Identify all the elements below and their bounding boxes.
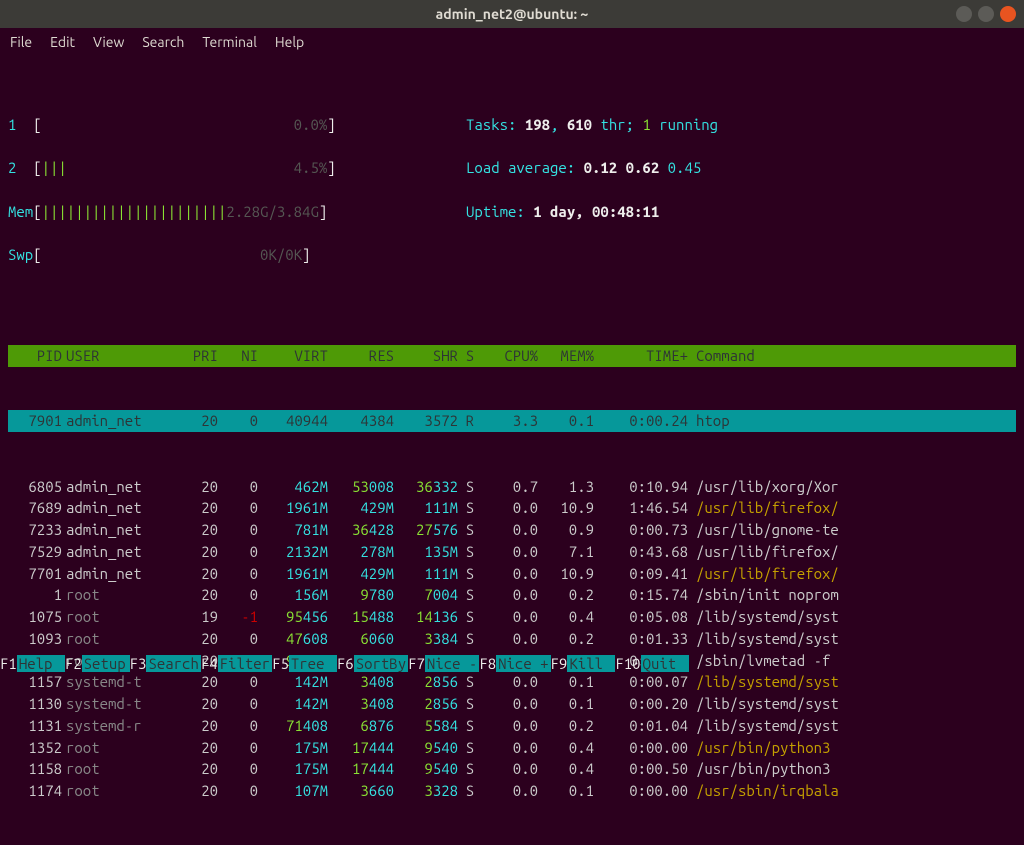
process-row[interactable]: 1root200156M97807004S0.00.20:15.74/sbin/… bbox=[8, 584, 1016, 606]
process-row[interactable]: 1130systemd-t200142M34082856S0.00.10:00.… bbox=[8, 693, 1016, 715]
col-time[interactable]: TIME+ bbox=[594, 345, 688, 367]
process-row[interactable]: 7701admin_net2001961M429M111MS0.010.90:0… bbox=[8, 563, 1016, 585]
mem-used: 2.28G bbox=[226, 203, 268, 220]
selected-process-row[interactable]: 7901 admin_net 20 0 40944 4384 3572 R 3.… bbox=[8, 410, 1016, 432]
cpu1-pct: 0.0% bbox=[294, 116, 328, 133]
process-row[interactable]: 7689admin_net2001961M429M111MS0.010.91:4… bbox=[8, 497, 1016, 519]
swp-text: 0K/0K bbox=[260, 246, 302, 263]
cpu1-label: 1 bbox=[8, 116, 16, 133]
mem-label: Mem bbox=[8, 203, 33, 220]
col-command[interactable]: Command bbox=[688, 345, 1016, 367]
threads-count: 610 bbox=[567, 116, 592, 133]
fn-kill[interactable]: F9Kill bbox=[551, 655, 616, 672]
fn-search[interactable]: F3Search bbox=[130, 655, 201, 672]
window-title: admin_net2@ubuntu: ~ bbox=[436, 6, 589, 22]
fn-sortby[interactable]: F6SortBy bbox=[337, 655, 408, 672]
col-ni[interactable]: NI bbox=[218, 345, 258, 367]
process-row[interactable]: 1174root200107M36603328S0.00.10:00.00/us… bbox=[8, 780, 1016, 802]
menu-view[interactable]: View bbox=[93, 34, 124, 50]
window-titlebar: admin_net2@ubuntu: ~ bbox=[0, 0, 1024, 28]
swp-label: Swp bbox=[8, 246, 33, 263]
col-virt[interactable]: VIRT bbox=[258, 345, 328, 367]
process-header[interactable]: PID USER PRI NI VIRT RES SHR S CPU% MEM%… bbox=[8, 345, 1016, 367]
process-row[interactable]: 7529admin_net2002132M278M135MS0.07.10:43… bbox=[8, 541, 1016, 563]
load-1: 0.12 bbox=[584, 159, 618, 176]
col-cpu[interactable]: CPU% bbox=[482, 345, 538, 367]
fn-tree[interactable]: F5Tree bbox=[272, 655, 337, 672]
fn-setup[interactable]: F2Setup bbox=[65, 655, 130, 672]
running-count: 1 bbox=[642, 116, 650, 133]
menu-edit[interactable]: Edit bbox=[50, 34, 75, 50]
process-row[interactable]: 1157systemd-t200142M34082856S0.00.10:00.… bbox=[8, 671, 1016, 693]
process-row[interactable]: 6805admin_net200462M5300836332S0.71.30:1… bbox=[8, 476, 1016, 498]
process-row[interactable]: 1075root19-1954561548814136S0.00.40:05.0… bbox=[8, 606, 1016, 628]
cpu2-pct: 4.5% bbox=[294, 159, 328, 176]
system-info: Tasks: 198, 610 thr; 1 running Load aver… bbox=[466, 92, 1016, 288]
col-mem[interactable]: MEM% bbox=[538, 345, 594, 367]
process-row[interactable]: 1352root200175M174449540S0.00.40:00.00/u… bbox=[8, 737, 1016, 759]
fn-filter[interactable]: F4Filter bbox=[201, 655, 272, 672]
close-button[interactable] bbox=[1000, 6, 1016, 22]
minimize-button[interactable] bbox=[956, 6, 972, 22]
process-row[interactable]: 1093root2004760860603384S0.00.20:01.33/l… bbox=[8, 628, 1016, 650]
fn-nice[interactable]: F7Nice - bbox=[408, 655, 479, 672]
maximize-button[interactable] bbox=[978, 6, 994, 22]
load-15: 0.45 bbox=[668, 159, 702, 176]
fn-nice[interactable]: F8Nice + bbox=[479, 655, 550, 672]
uptime-value: 1 day, 00:48:11 bbox=[533, 203, 659, 220]
process-row[interactable]: 1158root200175M174449540S0.00.40:00.50/u… bbox=[8, 758, 1016, 780]
process-row[interactable]: 1131systemd-r2007140868765584S0.00.20:01… bbox=[8, 715, 1016, 737]
col-pid[interactable]: PID bbox=[8, 345, 62, 367]
menu-file[interactable]: File bbox=[10, 34, 32, 50]
fn-quit[interactable]: F10Quit bbox=[615, 655, 688, 672]
process-row[interactable]: 7233admin_net200781M3642827576S0.00.90:0… bbox=[8, 519, 1016, 541]
fn-help[interactable]: F1Help bbox=[0, 655, 65, 672]
menu-help[interactable]: Help bbox=[275, 34, 304, 50]
col-s[interactable]: S bbox=[458, 345, 482, 367]
col-pri[interactable]: PRI bbox=[172, 345, 218, 367]
load-5: 0.62 bbox=[626, 159, 660, 176]
col-user[interactable]: USER bbox=[62, 345, 172, 367]
cpu-mem-meters: 1 [ 0.0%] 2 [||| 4.5%] Mem[|||||||||||||… bbox=[8, 92, 438, 288]
cpu2-label: 2 bbox=[8, 159, 16, 176]
menu-search[interactable]: Search bbox=[142, 34, 184, 50]
terminal-content[interactable]: 1 [ 0.0%] 2 [||| 4.5%] Mem[|||||||||||||… bbox=[0, 56, 1024, 845]
function-bar: F1HelpF2SetupF3SearchF4FilterF5TreeF6Sor… bbox=[0, 655, 1024, 672]
col-res[interactable]: RES bbox=[328, 345, 394, 367]
window-controls bbox=[956, 6, 1016, 22]
col-shr[interactable]: SHR bbox=[394, 345, 458, 367]
menubar: File Edit View Search Terminal Help bbox=[0, 28, 1024, 56]
tasks-count: 198 bbox=[525, 116, 550, 133]
menu-terminal[interactable]: Terminal bbox=[202, 34, 257, 50]
mem-total: 3.84G bbox=[277, 203, 319, 220]
process-list[interactable]: 6805admin_net200462M5300836332S0.71.30:1… bbox=[8, 476, 1016, 802]
